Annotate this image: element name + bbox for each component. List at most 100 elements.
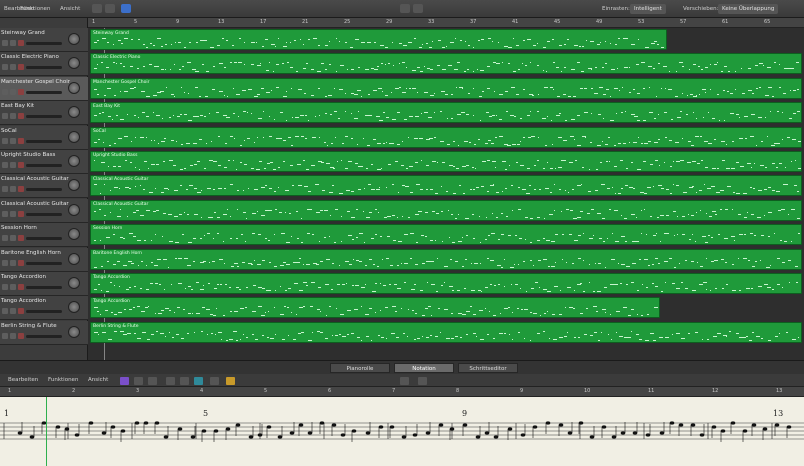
grid-icon[interactable] xyxy=(134,377,143,385)
volume-fader[interactable] xyxy=(26,334,62,338)
volume-fader[interactable] xyxy=(26,261,62,265)
flex-view-icon[interactable] xyxy=(105,4,115,13)
solo-button[interactable] xyxy=(10,235,16,242)
mute-button[interactable] xyxy=(2,308,8,315)
snap-select[interactable]: Intelligent xyxy=(630,4,666,14)
record-button[interactable] xyxy=(18,137,24,144)
link-icon[interactable] xyxy=(166,377,175,385)
volume-fader[interactable] xyxy=(26,237,62,241)
mute-button[interactable] xyxy=(2,64,8,71)
solo-button[interactable] xyxy=(10,186,16,193)
solo-button[interactable] xyxy=(10,308,16,315)
pan-knob[interactable] xyxy=(68,228,80,241)
volume-fader[interactable] xyxy=(26,310,62,314)
menu-ansicht[interactable]: Ansicht xyxy=(60,4,80,14)
track-header[interactable]: Session Horn xyxy=(0,223,88,248)
midi-draw-icon[interactable] xyxy=(210,377,219,385)
pan-knob[interactable] xyxy=(68,33,80,45)
record-button[interactable] xyxy=(18,162,24,168)
record-button[interactable] xyxy=(18,40,24,46)
mute-button[interactable] xyxy=(2,88,8,95)
record-button[interactable] xyxy=(18,210,24,217)
track-header[interactable]: East Bay Kit xyxy=(0,101,88,126)
midi-region[interactable]: SoCal xyxy=(90,126,802,148)
record-button[interactable] xyxy=(18,284,24,290)
record-button[interactable] xyxy=(18,113,24,120)
editor-menu-bearbeiten[interactable]: Bearbeiten xyxy=(8,377,38,383)
pan-knob[interactable] xyxy=(68,203,80,216)
pan-knob[interactable] xyxy=(68,277,80,289)
midi-region[interactable]: Tango Accordion xyxy=(90,273,802,294)
pan-knob[interactable] xyxy=(68,325,80,338)
solo-button[interactable] xyxy=(10,284,16,290)
tab-notation[interactable]: Notation xyxy=(394,363,454,373)
mute-button[interactable] xyxy=(2,332,8,339)
volume-fader[interactable] xyxy=(26,212,62,216)
pan-knob[interactable] xyxy=(68,155,80,167)
track-header[interactable]: Steinway Grand xyxy=(0,28,88,52)
mute-button[interactable] xyxy=(2,113,8,120)
solo-button[interactable] xyxy=(10,113,16,120)
volume-fader[interactable] xyxy=(26,188,62,192)
record-button[interactable] xyxy=(18,332,24,339)
record-button[interactable] xyxy=(18,186,24,193)
tab-step-editor[interactable]: Schrittseditor xyxy=(458,363,518,373)
solo-button[interactable] xyxy=(10,88,16,95)
volume-fader[interactable] xyxy=(26,139,62,143)
track-header[interactable]: Tango Accordion xyxy=(0,272,88,296)
midi-region[interactable]: Berlin String & Flute xyxy=(90,321,802,343)
track-header[interactable]: Berlin String & Flute xyxy=(0,320,88,345)
editor-pencil-icon[interactable] xyxy=(418,377,427,385)
mute-button[interactable] xyxy=(2,137,8,144)
midi-region[interactable]: Session Horn xyxy=(90,224,802,246)
track-header[interactable]: Upright Studio Bass xyxy=(0,150,88,174)
midi-region[interactable]: Baritone English Horn xyxy=(90,248,802,270)
mute-button[interactable] xyxy=(2,186,8,193)
mute-button[interactable] xyxy=(2,162,8,168)
solo-button[interactable] xyxy=(10,64,16,71)
midi-region[interactable]: Classical Acoustic Guitar xyxy=(90,199,802,221)
midi-in-icon[interactable] xyxy=(120,377,129,385)
record-button[interactable] xyxy=(18,308,24,315)
volume-fader[interactable] xyxy=(26,286,62,289)
editor-menu-ansicht[interactable]: Ansicht xyxy=(88,377,108,383)
track-header[interactable]: Classic Electric Piano xyxy=(0,52,88,77)
tab-piano-roll[interactable]: Pianorolle xyxy=(330,363,390,373)
track-header[interactable]: Baritone English Horn xyxy=(0,247,88,272)
pan-knob[interactable] xyxy=(68,81,80,94)
track-header[interactable]: Classical Acoustic Guitar xyxy=(0,174,88,199)
arrange-area[interactable]: Steinway Grand Classic Electric Piano Manc… xyxy=(88,28,804,360)
score-playhead[interactable] xyxy=(46,397,47,466)
mute-button[interactable] xyxy=(2,259,8,266)
marquee-tool-icon[interactable] xyxy=(92,4,102,13)
midi-region[interactable]: Manchester Gospel Choir xyxy=(90,77,802,99)
editor-pointer-icon[interactable] xyxy=(400,377,409,385)
volume-fader[interactable] xyxy=(26,115,62,119)
record-button[interactable] xyxy=(18,88,24,95)
volume-fader[interactable] xyxy=(26,42,62,45)
mute-button[interactable] xyxy=(2,40,8,46)
bar-ruler[interactable]: 1 5 9 13 17 21 25 29 33 37 41 45 49 53 57 61 65 xyxy=(88,18,804,28)
midi-region[interactable]: Upright Studio Bass xyxy=(90,151,802,172)
record-button[interactable] xyxy=(18,235,24,242)
record-button[interactable] xyxy=(18,64,24,71)
pan-knob[interactable] xyxy=(68,179,80,192)
editor-ruler[interactable]: 1 2 3 4 5 6 7 8 9 10 11 12 13 xyxy=(0,387,804,397)
list-icon[interactable] xyxy=(148,377,157,385)
note-icon[interactable] xyxy=(180,377,189,385)
pointer-tool-icon[interactable] xyxy=(400,4,410,13)
mute-button[interactable] xyxy=(2,210,8,217)
view-icon[interactable] xyxy=(194,377,203,385)
solo-button[interactable] xyxy=(10,162,16,168)
pan-knob[interactable] xyxy=(68,130,80,143)
track-header[interactable]: SoCal xyxy=(0,125,88,150)
pan-knob[interactable] xyxy=(68,252,80,265)
volume-fader[interactable] xyxy=(26,90,62,94)
pan-knob[interactable] xyxy=(68,106,80,119)
volume-fader[interactable] xyxy=(26,66,62,70)
midi-region[interactable]: Tango Accordion xyxy=(90,297,660,319)
record-button[interactable] xyxy=(18,259,24,266)
track-header[interactable]: Manchester Gospel Choir xyxy=(0,76,88,101)
chain-icon[interactable] xyxy=(226,377,235,385)
pan-knob[interactable] xyxy=(68,57,80,70)
